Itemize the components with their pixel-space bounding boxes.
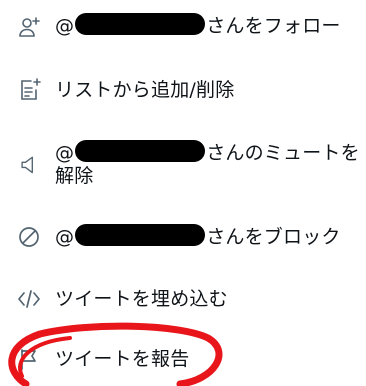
block-icon xyxy=(17,225,41,249)
follow-user-menu-item[interactable]: @ さんをフォロー xyxy=(0,9,366,45)
block-suffix: さんをブロック xyxy=(206,226,341,248)
unmute-user-menu-item[interactable]: @ さんのミュートを 解除 xyxy=(0,138,366,190)
list-add-icon xyxy=(17,78,41,102)
embed-code-icon xyxy=(17,287,41,311)
username-prefix: @ xyxy=(55,226,75,248)
report-tweet-menu-item[interactable]: ツイートを報告 xyxy=(0,341,366,377)
block-user-label: @ さんをブロック xyxy=(55,224,341,250)
redacted-username xyxy=(75,13,206,35)
report-flag-icon xyxy=(17,347,41,371)
mute-speaker-icon xyxy=(17,153,41,177)
unmute-suffix: さんのミュートを xyxy=(206,142,360,164)
username-prefix: @ xyxy=(55,142,75,164)
embed-tweet-menu-item[interactable]: ツイートを埋め込む xyxy=(0,281,366,317)
username-prefix: @ xyxy=(55,15,75,37)
unmute-user-label: @ さんのミュートを xyxy=(55,140,360,166)
report-tweet-label: ツイートを報告 xyxy=(55,348,190,370)
redacted-username xyxy=(75,140,206,162)
tweet-more-menu: @ さんをフォロー リストから追加/削除 @ さんのミュートを 解除 @ さんを… xyxy=(0,0,366,386)
follow-suffix: さんをフォロー xyxy=(206,15,341,37)
follow-user-icon xyxy=(17,15,41,39)
follow-user-label: @ さんをフォロー xyxy=(55,13,341,39)
list-add-remove-menu-item[interactable]: リストから追加/削除 xyxy=(0,72,366,108)
block-user-menu-item[interactable]: @ さんをブロック xyxy=(0,219,366,255)
annotation-circle xyxy=(8,322,223,386)
redacted-username xyxy=(75,224,206,246)
embed-tweet-label: ツイートを埋め込む xyxy=(55,288,228,310)
unmute-user-label-line2: 解除 xyxy=(55,165,94,187)
list-add-remove-label: リストから追加/削除 xyxy=(55,79,235,101)
